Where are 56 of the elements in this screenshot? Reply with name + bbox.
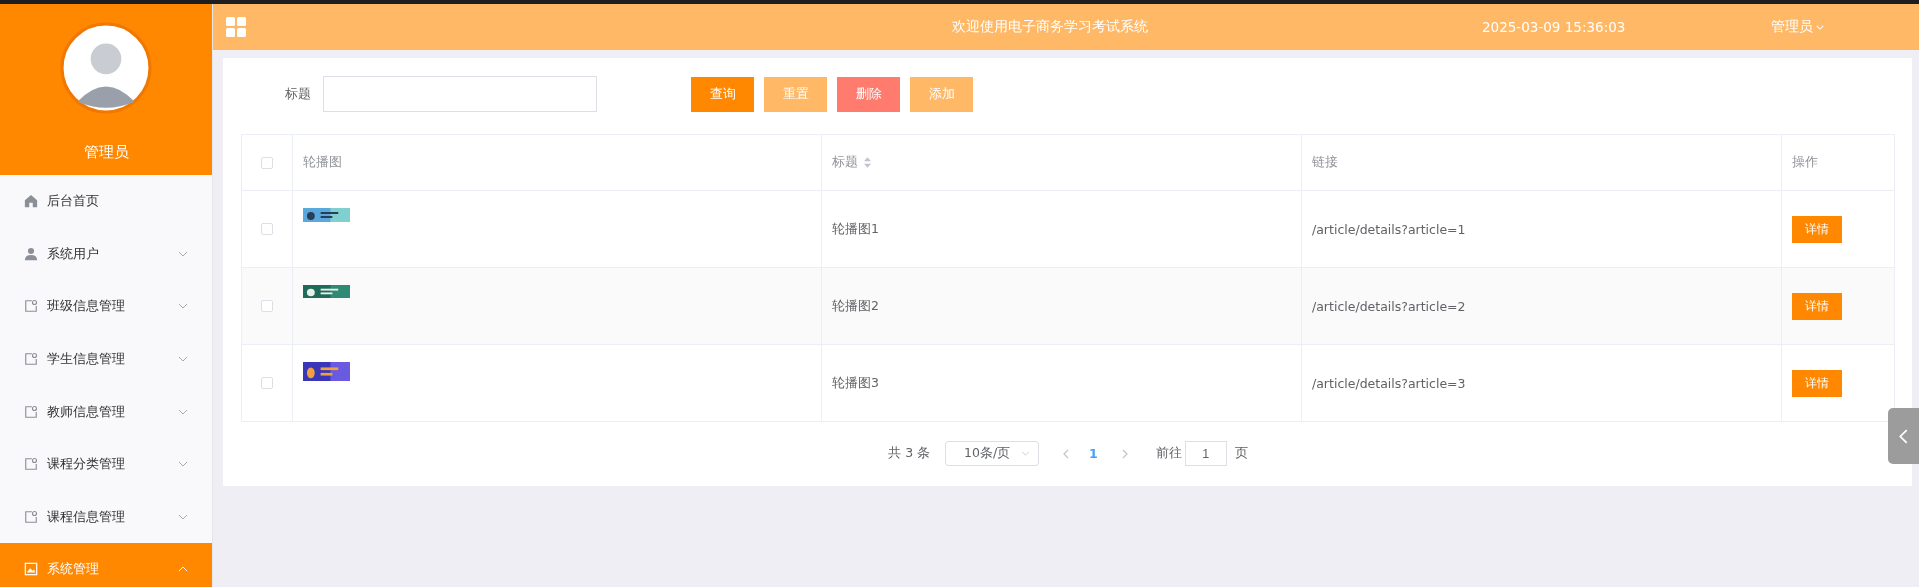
- image-icon: [24, 562, 38, 577]
- next-page-icon[interactable]: [1121, 448, 1128, 459]
- sidebar-item[interactable]: 课程信息管理: [0, 490, 212, 544]
- toolbar-button[interactable]: 添加: [910, 76, 973, 112]
- search-field[interactable]: [323, 76, 597, 112]
- document-icon: [24, 404, 38, 419]
- column-header: 操作: [1792, 154, 1818, 171]
- document-icon: [24, 299, 38, 314]
- table-cell: /article/details?article=2: [1312, 298, 1466, 314]
- table-cell: 轮播图2: [832, 297, 879, 315]
- table-cell: 轮播图1: [832, 220, 879, 238]
- table-cell: /article/details?article=3: [1312, 375, 1466, 391]
- total-count: 共 3 条: [888, 445, 931, 462]
- previous-page-icon[interactable]: [1063, 448, 1070, 459]
- home-icon: [24, 194, 38, 209]
- datetime: 2025-03-09 15:36:03: [1482, 19, 1626, 35]
- user-name: 管理员: [83, 143, 129, 162]
- sidebar-item[interactable]: 教师信息管理: [0, 385, 212, 438]
- toolbar-button[interactable]: 重置: [764, 76, 827, 112]
- page-size-select[interactable]: 10条/页: [945, 441, 1040, 466]
- column-header[interactable]: 标题: [832, 154, 858, 171]
- column-header: 链接: [1312, 154, 1338, 171]
- details-button[interactable]: 详情: [1792, 369, 1842, 397]
- toolbar-button[interactable]: 删除: [837, 76, 900, 112]
- sidebar-item[interactable]: 班级信息管理: [0, 280, 212, 333]
- grid-menu-icon[interactable]: [226, 17, 246, 37]
- column-header: 轮播图: [303, 154, 342, 171]
- checkbox[interactable]: [261, 156, 273, 169]
- table-cell: /article/details?article=1: [1312, 221, 1466, 237]
- sort-icon[interactable]: [864, 157, 871, 168]
- checkbox[interactable]: [261, 377, 273, 389]
- user-icon: [24, 246, 38, 261]
- toolbar-button[interactable]: 查询: [691, 76, 754, 112]
- chevron-down-icon[interactable]: [1021, 451, 1031, 456]
- chevron-left-icon[interactable]: [1899, 428, 1908, 444]
- table-cell: 轮播图3: [832, 374, 879, 392]
- user-menu[interactable]: 管理员: [1771, 18, 1813, 36]
- sidebar-item[interactable]: 后台首页: [0, 175, 212, 228]
- details-button[interactable]: 详情: [1792, 292, 1842, 320]
- sidebar-item[interactable]: 系统用户: [0, 227, 212, 281]
- page-number[interactable]: 1: [1089, 446, 1098, 461]
- details-button[interactable]: 详情: [1792, 215, 1842, 243]
- goto-label: 前往: [1155, 445, 1182, 462]
- page-suffix: 页: [1234, 445, 1248, 462]
- sidebar-item[interactable]: 系统管理: [0, 543, 212, 587]
- collapse-tab[interactable]: [1888, 408, 1919, 464]
- sidebar-item[interactable]: 学生信息管理: [0, 332, 212, 386]
- checkbox[interactable]: [261, 223, 273, 235]
- header-title: 欢迎使用电子商务学习考试系统: [952, 18, 1148, 34]
- search-label: 标题: [285, 85, 311, 103]
- page-input[interactable]: 1: [1184, 441, 1227, 466]
- checkbox[interactable]: [261, 300, 273, 312]
- sidebar-item[interactable]: 课程分类管理: [0, 437, 212, 491]
- document-icon: [24, 457, 38, 472]
- document-icon: [24, 352, 38, 367]
- document-icon: [24, 509, 38, 524]
